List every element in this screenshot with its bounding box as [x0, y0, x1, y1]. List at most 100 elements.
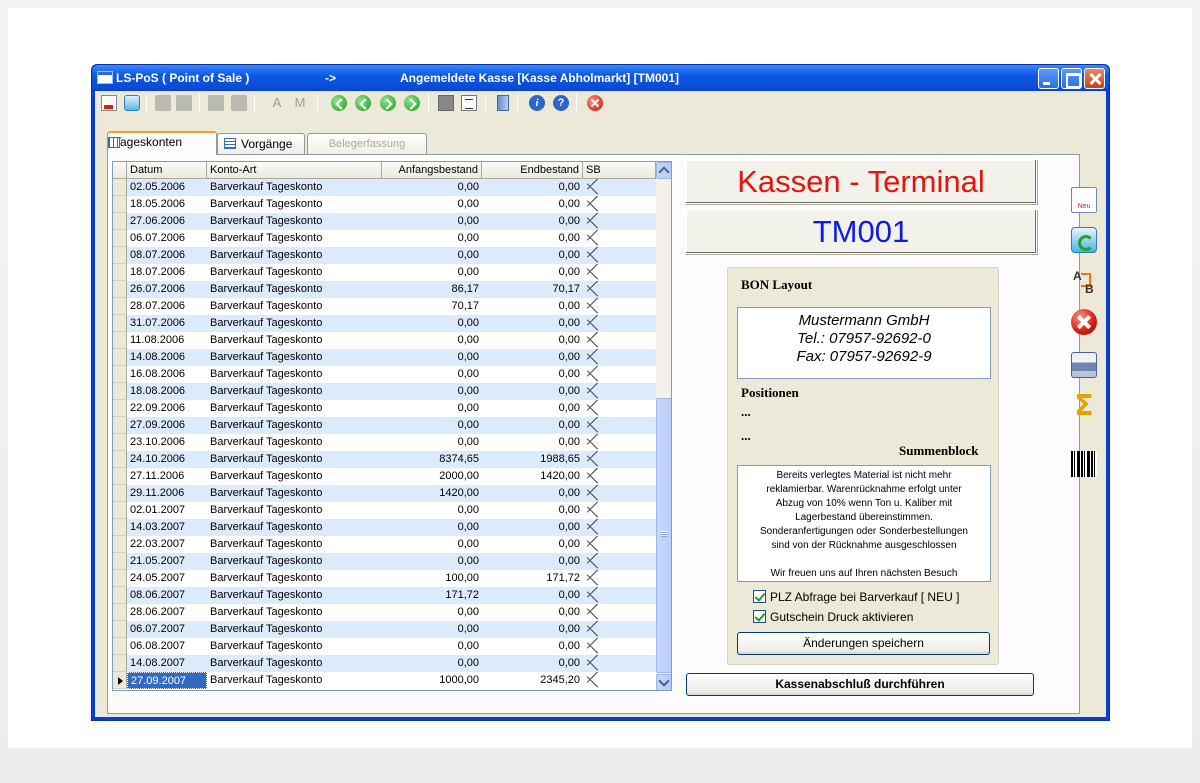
cell-anfangsbestand[interactable]: 0,00 — [382, 502, 482, 519]
cell-sb[interactable] — [583, 570, 613, 587]
cell-konto-art[interactable]: Barverkauf Tageskonto — [207, 196, 382, 213]
cell-konto-art[interactable]: Barverkauf Tageskonto — [207, 213, 382, 230]
cell-sb[interactable] — [583, 400, 613, 417]
cell-sb[interactable] — [583, 519, 613, 536]
row-selector[interactable] — [113, 502, 127, 519]
cell-sb[interactable] — [583, 383, 613, 400]
minimize-button[interactable] — [1038, 68, 1059, 89]
cell-datum[interactable]: 14.08.2006 — [127, 349, 207, 366]
cell-endbestand[interactable]: 0,00 — [482, 400, 583, 417]
cell-endbestand[interactable]: 0,00 — [482, 604, 583, 621]
table-row[interactable]: 26.07.2006 Barverkauf Tageskonto 86,17 70,1… — [113, 281, 656, 298]
delete-icon[interactable] — [1071, 309, 1097, 335]
cell-endbestand[interactable]: 0,00 — [482, 536, 583, 553]
cell-anfangsbestand[interactable]: 0,00 — [382, 536, 482, 553]
cell-konto-art[interactable]: Barverkauf Tageskonto — [207, 230, 382, 247]
cell-datum[interactable]: 24.05.2007 — [127, 570, 207, 587]
row-selector[interactable] — [113, 400, 127, 417]
cell-sb[interactable] — [583, 264, 613, 281]
cell-datum[interactable]: 28.06.2007 — [127, 604, 207, 621]
table-row[interactable]: 18.05.2006 Barverkauf Tageskonto 0,00 0,00 — [113, 196, 656, 213]
printer-icon[interactable] — [1071, 352, 1097, 378]
cell-konto-art[interactable]: Barverkauf Tageskonto — [207, 247, 382, 264]
cell-endbestand[interactable]: 2345,20 — [482, 672, 583, 689]
cell-anfangsbestand[interactable]: 0,00 — [382, 400, 482, 417]
table-row[interactable]: 11.08.2006 Barverkauf Tageskonto 0,00 0,00 — [113, 332, 656, 349]
cell-sb[interactable] — [583, 213, 613, 230]
sum-icon[interactable]: Σ — [1071, 392, 1097, 420]
column-header-sb[interactable]: SB — [583, 162, 656, 179]
cell-datum[interactable]: 06.07.2006 — [127, 230, 207, 247]
cell-sb[interactable] — [583, 638, 613, 655]
cell-konto-art[interactable]: Barverkauf Tageskonto — [207, 417, 382, 434]
row-selector[interactable] — [113, 281, 127, 298]
cell-datum[interactable]: 06.07.2007 — [127, 621, 207, 638]
cell-sb[interactable] — [583, 196, 613, 213]
cell-sb[interactable] — [583, 485, 613, 502]
cell-datum[interactable]: 27.09.2006 — [127, 417, 207, 434]
cell-endbestand[interactable]: 0,00 — [482, 434, 583, 451]
cell-datum[interactable]: 27.09.2007 — [127, 672, 207, 689]
cell-konto-art[interactable]: Barverkauf Tageskonto — [207, 519, 382, 536]
cell-konto-art[interactable]: Barverkauf Tageskonto — [207, 485, 382, 502]
row-selector[interactable] — [113, 179, 127, 196]
cell-sb[interactable] — [583, 298, 613, 315]
recycle-bin-icon[interactable] — [1071, 227, 1097, 253]
cell-anfangsbestand[interactable]: 2000,00 — [382, 468, 482, 485]
table-row[interactable]: 06.08.2007 Barverkauf Tageskonto 0,00 0,00 — [113, 638, 656, 655]
row-selector[interactable] — [113, 298, 127, 315]
table-row[interactable]: 27.11.2006 Barverkauf Tageskonto 2000,00 14… — [113, 468, 656, 485]
row-selector[interactable] — [113, 485, 127, 502]
cell-anfangsbestand[interactable]: 0,00 — [382, 315, 482, 332]
cell-datum[interactable]: 06.08.2007 — [127, 638, 207, 655]
table-row[interactable]: 18.07.2006 Barverkauf Tageskonto 0,00 0,00 — [113, 264, 656, 281]
cell-datum[interactable]: 29.11.2006 — [127, 485, 207, 502]
cell-datum[interactable]: 22.03.2007 — [127, 536, 207, 553]
cell-sb[interactable] — [583, 536, 613, 553]
table-row[interactable]: 24.05.2007 Barverkauf Tageskonto 100,00 171… — [113, 570, 656, 587]
info-icon[interactable]: i — [529, 95, 545, 111]
row-selector[interactable] — [113, 264, 127, 281]
cell-endbestand[interactable]: 70,17 — [482, 281, 583, 298]
cell-konto-art[interactable]: Barverkauf Tageskonto — [207, 400, 382, 417]
last-record-icon[interactable] — [404, 95, 420, 111]
close-window-button[interactable] — [1084, 68, 1105, 89]
cell-sb[interactable] — [583, 451, 613, 468]
table-row[interactable]: 18.08.2006 Barverkauf Tageskonto 0,00 0,00 — [113, 383, 656, 400]
cell-sb[interactable] — [583, 366, 613, 383]
cell-anfangsbestand[interactable]: 0,00 — [382, 417, 482, 434]
cell-konto-art[interactable]: Barverkauf Tageskonto — [207, 366, 382, 383]
row-selector[interactable] — [113, 604, 127, 621]
cell-datum[interactable]: 23.10.2006 — [127, 434, 207, 451]
cell-endbestand[interactable]: 0,00 — [482, 349, 583, 366]
cell-anfangsbestand[interactable]: 0,00 — [382, 553, 482, 570]
cell-sb[interactable] — [583, 230, 613, 247]
voucher-print-checkbox[interactable]: Gutschein Druck aktivieren — [753, 610, 913, 626]
cell-datum[interactable]: 18.07.2006 — [127, 264, 207, 281]
table-row[interactable]: 27.09.2007 Barverkauf Tageskonto 1000,00 23… — [113, 672, 656, 689]
cell-konto-art[interactable]: Barverkauf Tageskonto — [207, 451, 382, 468]
table-row[interactable]: 29.11.2006 Barverkauf Tageskonto 1420,00 0,… — [113, 485, 656, 502]
scroll-down-arrow-icon[interactable] — [656, 674, 671, 690]
cell-datum[interactable]: 31.07.2006 — [127, 315, 207, 332]
row-selector[interactable] — [113, 434, 127, 451]
cell-anfangsbestand[interactable]: 100,00 — [382, 570, 482, 587]
cell-anfangsbestand[interactable]: 1420,00 — [382, 485, 482, 502]
cell-datum[interactable]: 18.08.2006 — [127, 383, 207, 400]
cell-endbestand[interactable]: 0,00 — [482, 502, 583, 519]
table-row[interactable]: 06.07.2006 Barverkauf Tageskonto 0,00 0,00 — [113, 230, 656, 247]
row-selector[interactable] — [113, 553, 127, 570]
cell-endbestand[interactable]: 0,00 — [482, 553, 583, 570]
cell-anfangsbestand[interactable]: 171,72 — [382, 587, 482, 604]
cell-anfangsbestand[interactable]: 0,00 — [382, 332, 482, 349]
save-changes-button[interactable]: Änderungen speichern — [737, 632, 990, 655]
bon-company-box[interactable]: Mustermann GmbH Tel.: 07957-92692-0 Fax:… — [737, 307, 991, 379]
table-row[interactable]: 23.10.2006 Barverkauf Tageskonto 0,00 0,00 — [113, 434, 656, 451]
table-row[interactable]: 02.01.2007 Barverkauf Tageskonto 0,00 0,00 — [113, 502, 656, 519]
row-selector[interactable] — [113, 638, 127, 655]
cell-anfangsbestand[interactable]: 0,00 — [382, 655, 482, 672]
cell-datum[interactable]: 02.05.2006 — [127, 179, 207, 196]
cell-konto-art[interactable]: Barverkauf Tageskonto — [207, 298, 382, 315]
cell-anfangsbestand[interactable]: 0,00 — [382, 230, 482, 247]
previous-record-icon[interactable] — [355, 95, 371, 111]
